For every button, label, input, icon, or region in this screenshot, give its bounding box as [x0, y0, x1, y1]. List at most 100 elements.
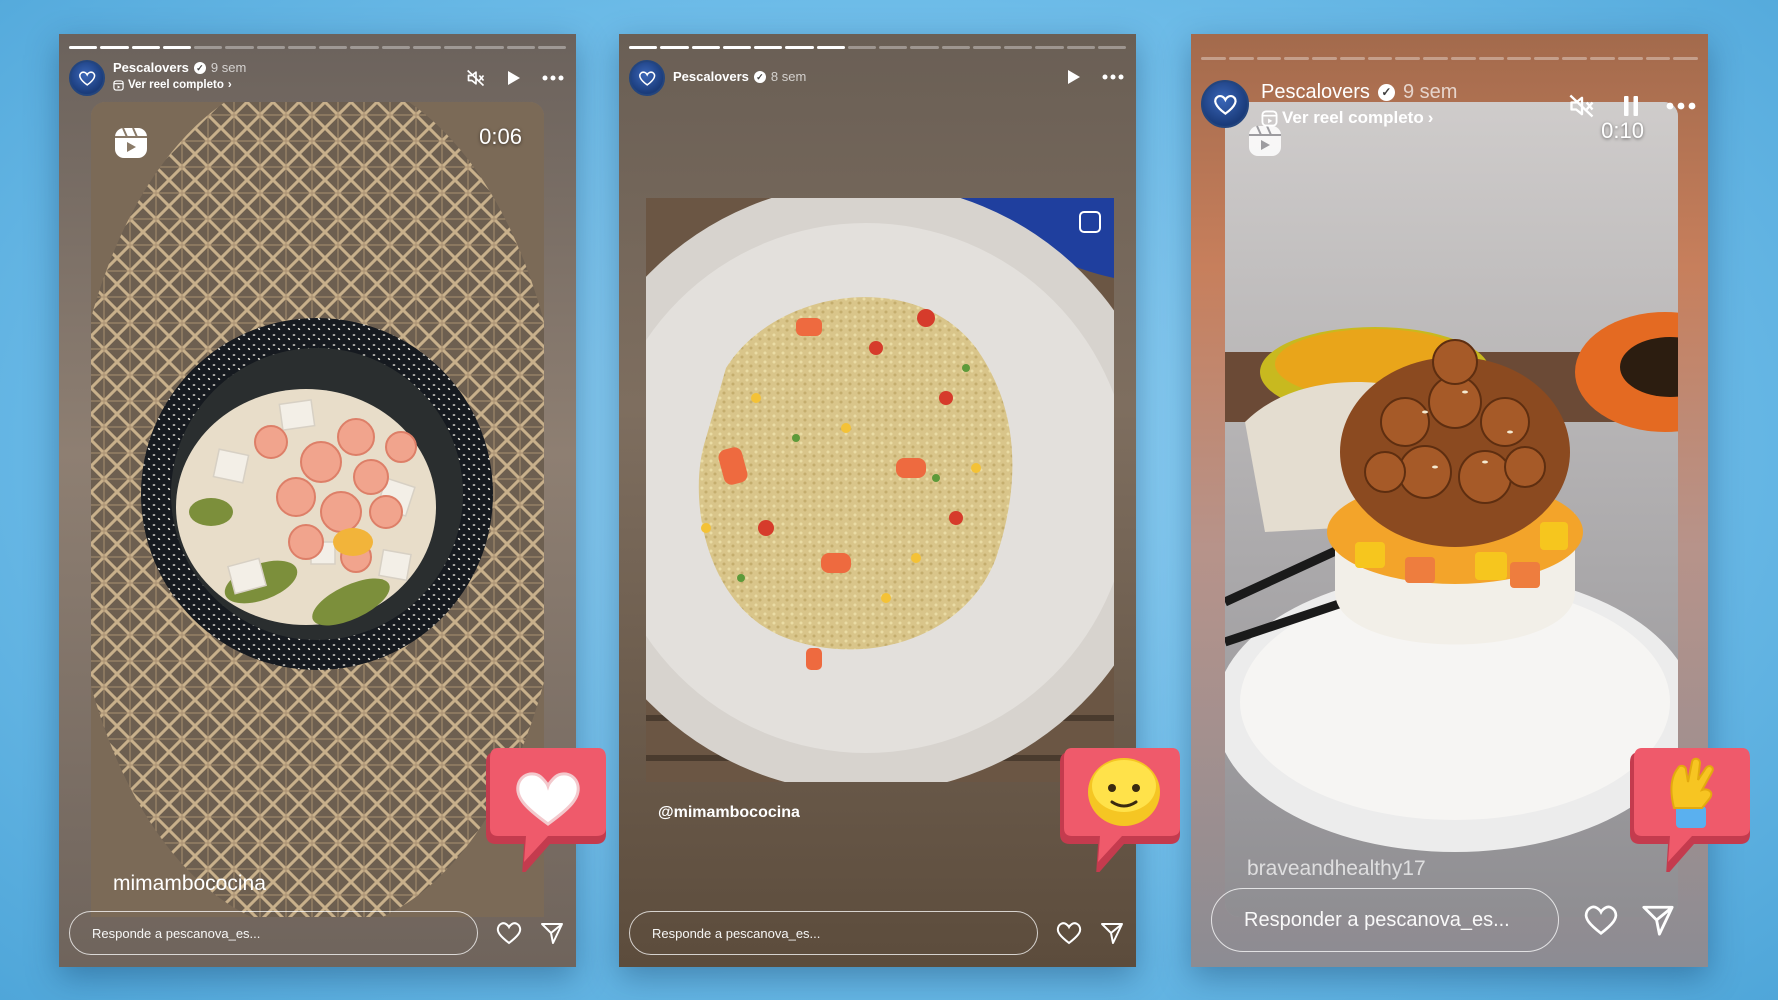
progress-segment [1617, 57, 1643, 60]
progress-segment [1589, 57, 1615, 60]
overlay-mention[interactable]: @mimambococina [658, 804, 800, 822]
reaction-bubble-hand [1630, 748, 1750, 872]
progress-segment [1066, 46, 1095, 49]
overlay-username[interactable]: braveandhealthy17 [1247, 857, 1426, 881]
share-send-icon[interactable] [1100, 921, 1124, 945]
verified-badge-icon: ✓ [753, 70, 766, 83]
progress-segment [1562, 57, 1587, 60]
progress-segment [1534, 57, 1560, 60]
salmon-poke-tower-image [1225, 102, 1678, 917]
pescalovers-avatar[interactable] [629, 60, 665, 96]
progress-segment [1097, 46, 1126, 49]
progress-segment [722, 46, 751, 49]
overlay-username[interactable]: mimambococina [113, 872, 266, 896]
progress-segment [1339, 57, 1365, 60]
reel-badge-icon [115, 127, 147, 158]
progress-segment [1201, 57, 1226, 60]
pescalovers-avatar[interactable] [69, 60, 105, 96]
play-icon[interactable] [1066, 68, 1082, 86]
progress-segment [69, 46, 98, 49]
progress-segment [785, 46, 814, 49]
story-media-poke-tower[interactable]: 0:10 braveandhealthy17 [1225, 102, 1678, 917]
progress-segment [691, 46, 720, 49]
story-footer [1211, 888, 1696, 952]
story-progress-bar [629, 46, 1126, 49]
verified-badge-icon: ✓ [1377, 83, 1395, 101]
heart-fish-logo-icon [78, 71, 96, 86]
progress-segment [475, 46, 504, 49]
reply-input[interactable] [90, 924, 457, 942]
story-header: Pescalovers ✓ 9 sem Ver reel completo › [69, 60, 564, 96]
progress-segment [1395, 57, 1421, 60]
like-heart-icon[interactable] [1583, 904, 1619, 936]
progress-segment [1256, 57, 1282, 60]
more-icon[interactable] [1102, 74, 1124, 80]
progress-segment [1035, 46, 1064, 49]
progress-segment [1478, 57, 1504, 60]
progress-segment [1284, 57, 1310, 60]
progress-segment [537, 46, 566, 49]
story-progress-bar [1201, 57, 1699, 60]
reply-input[interactable] [650, 924, 1017, 942]
share-send-icon[interactable] [1641, 903, 1675, 937]
chevron-right-icon: › [1427, 108, 1434, 127]
story-card-2[interactable]: Pescalovers ✓ 8 sem @mimambococina Respo… [619, 34, 1136, 967]
story-footer [69, 911, 564, 955]
progress-segment [256, 46, 285, 49]
progress-segment [444, 46, 473, 49]
view-full-reel-label: Ver reel completo [128, 78, 224, 91]
play-icon[interactable] [506, 69, 522, 87]
reply-input[interactable] [1242, 907, 1528, 933]
pescalovers-avatar[interactable] [1201, 80, 1249, 128]
like-heart-icon[interactable] [1056, 921, 1082, 945]
share-send-icon[interactable] [540, 921, 564, 945]
view-full-reel-label: Ver reel completo [1282, 108, 1424, 127]
more-icon[interactable] [542, 75, 564, 81]
more-icon[interactable] [1666, 102, 1696, 110]
story-username[interactable]: Pescalovers [673, 69, 749, 85]
progress-segment [910, 46, 939, 49]
story-footer [629, 911, 1124, 955]
story-username[interactable]: Pescalovers [113, 60, 189, 76]
reply-field[interactable] [1211, 888, 1559, 952]
mute-icon[interactable] [466, 68, 486, 88]
progress-segment [225, 46, 254, 49]
progress-segment [1673, 57, 1699, 60]
progress-segment [1645, 57, 1671, 60]
progress-segment [381, 46, 410, 49]
reaction-bubble-smiley [1060, 748, 1180, 872]
story-header: Pescalovers ✓ 8 sem [629, 60, 1124, 96]
reel-timer: 0:06 [479, 124, 522, 149]
reaction-bubble-heart [486, 748, 606, 872]
progress-segment [847, 46, 876, 49]
progress-segment [100, 46, 129, 49]
progress-segment [972, 46, 1001, 49]
progress-segment [412, 46, 441, 49]
pause-icon[interactable] [1622, 94, 1640, 118]
progress-segment [506, 46, 535, 49]
reply-field[interactable] [69, 911, 478, 955]
progress-segment [629, 46, 658, 49]
reel-icon [113, 80, 124, 91]
heart-fish-logo-icon [638, 71, 656, 86]
story-media-shrimp-bowl[interactable]: 0:06 mimambococina [91, 102, 544, 917]
progress-segment [1506, 57, 1532, 60]
progress-segment [879, 46, 908, 49]
like-heart-icon[interactable] [496, 921, 522, 945]
view-full-reel-link[interactable]: Ver reel completo › [113, 79, 246, 93]
view-full-reel-link[interactable]: Ver reel completo › [1261, 108, 1457, 128]
progress-segment [1423, 57, 1449, 60]
smiley-face-icon [1088, 758, 1160, 826]
progress-segment [660, 46, 689, 49]
reply-field[interactable] [629, 911, 1038, 955]
reel-badge-icon [1249, 125, 1281, 156]
story-time: 9 sem [210, 60, 247, 75]
story-username[interactable]: Pescalovers [1261, 80, 1370, 104]
story-time: 8 sem [770, 69, 807, 84]
story-media-couscous-plate[interactable] [646, 198, 1114, 782]
mute-icon[interactable] [1568, 92, 1596, 120]
story-progress-bar [69, 46, 566, 49]
progress-segment [194, 46, 223, 49]
progress-segment [941, 46, 970, 49]
story-time: 9 sem [1402, 81, 1458, 103]
